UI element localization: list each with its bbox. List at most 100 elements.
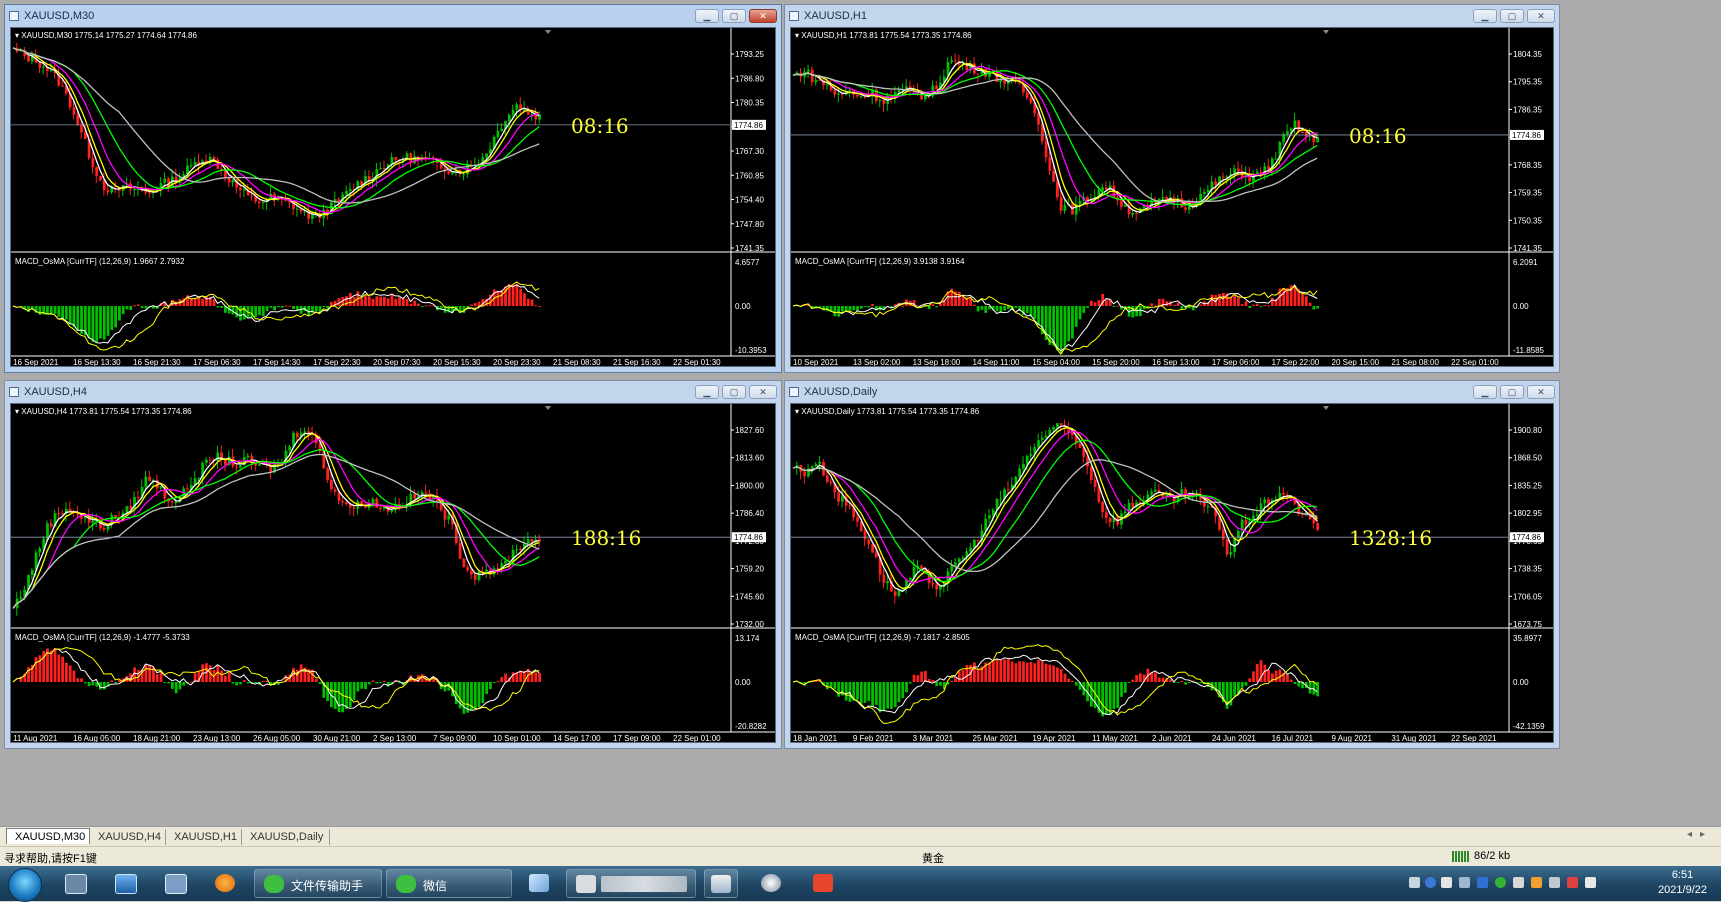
notepad-icon[interactable] [524,869,554,898]
candle-body [345,502,348,505]
settings-icon[interactable] [1441,877,1452,888]
app-icon[interactable] [752,869,790,898]
time-tick-label: 19 Apr 2021 [1032,734,1076,743]
time-tick-label: 20 Sep 23:30 [493,358,541,367]
close-icon[interactable]: ✕ [1527,385,1555,399]
chart-window-h4[interactable]: XAUUSD,H4 ▁ ▢ ✕ ▾ XAUUSD,H4 1773.81 1775.54 … [4,380,782,749]
maximize-icon[interactable]: ▢ [1500,385,1524,399]
macd-histogram-bar [477,682,481,708]
maximize-icon[interactable]: ▢ [722,385,746,399]
candle-body [1040,437,1044,441]
macd-histogram-bar [1274,670,1278,682]
desktop-icon[interactable] [106,869,144,898]
candle-body [837,93,841,95]
price-chart-svg: ▾ XAUUSD,M30 1775.14 1775.27 1774.64 177… [11,28,775,367]
macd-histogram-bar [1263,304,1267,306]
taskbar-blurred-window[interactable] [566,869,696,898]
candle-body [935,85,939,90]
tab-xauusd-h4[interactable]: XAUUSD,H4 [90,829,166,845]
taskbar-wechat[interactable]: 微信 [386,869,512,898]
time-tick-label: 26 Aug 05:00 [253,734,301,743]
bar-countdown-timer: 08:16 [1349,124,1407,148]
chart-window-title[interactable]: XAUUSD,M30 [9,8,777,24]
macd-histogram-bar [76,306,80,331]
chart-window-daily[interactable]: XAUUSD,Daily ▁ ▢ ✕ ▾ XAUUSD,Daily 1773.81 17… [784,380,1560,749]
candle-body [1101,187,1105,191]
speaker-icon[interactable] [1531,877,1542,888]
close-icon[interactable]: ✕ [749,9,777,23]
time-tick-label: 30 Aug 21:00 [313,734,361,743]
macd-histogram-bar [1120,682,1123,697]
chart-canvas[interactable]: ▾ XAUUSD,M30 1775.14 1775.27 1774.64 177… [10,27,776,367]
close-app-icon[interactable] [804,869,842,898]
tab-scroll-arrows[interactable]: ◂▸ [1687,829,1713,840]
power-icon[interactable] [1585,877,1596,888]
macd-histogram-bar [871,682,874,707]
chart-window-h1[interactable]: XAUUSD,H1 ▁ ▢ ✕ ▾ XAUUSD,H1 1773.81 1775.54 … [784,4,1560,373]
close-icon[interactable]: ✕ [1527,9,1555,23]
macd-histogram-bar [848,682,852,702]
macd-histogram-bar [1089,300,1093,306]
macd-histogram-bar [462,682,466,714]
macd-histogram-bar [534,672,538,682]
maximize-icon[interactable]: ▢ [722,9,746,23]
minimize-icon[interactable]: ▁ [695,385,719,399]
chart-title: XAUUSD,H4 [24,386,87,398]
candle-body [27,55,30,62]
volume-icon[interactable] [1567,877,1578,888]
network-icon[interactable] [156,869,194,898]
chart-window-m30[interactable]: XAUUSD,M30 ▁ ▢ ✕ ▾ XAUUSD,M30 1775.14 1775.2… [4,4,782,373]
macd-histogram-bar [1003,306,1006,311]
candle-body [379,168,382,170]
time-tick-label: 3 Mar 2021 [913,734,954,743]
tab-xauusd-h1[interactable]: XAUUSD,H1 [166,829,242,845]
tab-xauusd-m30[interactable]: XAUUSD,M30 [6,828,90,844]
chart-window-icon [789,11,799,21]
system-clock[interactable]: 6:51 2021/9/22 [1658,868,1707,898]
macd-histogram-bar [1006,306,1010,309]
candle-body [1044,435,1048,438]
macd-histogram-bar [1078,306,1082,320]
candle-body [246,455,250,458]
macd-histogram-bar [973,662,976,682]
chart-window-title[interactable]: XAUUSD,H4 [9,384,777,400]
macd-histogram-bar [1056,667,1059,682]
candle-body [856,94,859,97]
minimize-icon[interactable]: ▁ [695,9,719,23]
price-tick-label: 1800.00 [735,481,764,490]
chart-canvas[interactable]: ▾ XAUUSD,H1 1773.81 1775.54 1773.35 1774… [790,27,1554,367]
flag-icon[interactable] [1513,877,1524,888]
chart-window-title[interactable]: XAUUSD,H1 [789,8,1555,24]
chart-canvas[interactable]: ▾ XAUUSD,H4 1773.81 1775.54 1773.35 1774… [10,403,776,743]
network-tray-icon[interactable] [1459,877,1470,888]
macd-histogram-bar [1248,306,1252,309]
security-icon[interactable] [1477,877,1488,888]
windows-taskbar: 文件传输助手 微信 6:51 2021/9/22 [0,866,1721,902]
keyboard-icon[interactable] [1409,877,1420,888]
moving-average-line [12,432,540,609]
tab-xauusd-daily[interactable]: XAUUSD,Daily [242,829,330,845]
explorer-icon[interactable] [56,869,94,898]
time-tick-label: 25 Mar 2021 [973,734,1018,743]
usb-icon[interactable] [1549,877,1560,888]
taskbar-metatrader[interactable] [704,869,738,898]
close-icon[interactable]: ✕ [749,385,777,399]
candle-body [1056,181,1059,198]
candle-body [163,178,167,183]
taskbar-file-transfer[interactable]: 文件传输助手 [254,869,382,898]
candle-body [76,114,80,126]
chart-window-title[interactable]: XAUUSD,Daily [789,384,1555,400]
start-button[interactable] [8,868,42,902]
macd-histogram-bar [1029,662,1033,682]
minimize-icon[interactable]: ▁ [1473,9,1497,23]
help-icon[interactable] [1425,877,1436,888]
maximize-icon[interactable]: ▢ [1500,9,1524,23]
minimize-icon[interactable]: ▁ [1473,385,1497,399]
candle-body [814,79,818,83]
macd-histogram-bar [375,682,379,684]
time-tick-label: 20 Sep 15:30 [433,358,481,367]
chart-canvas[interactable]: ▾ XAUUSD,Daily 1773.81 1775.54 1773.35 1… [790,403,1554,743]
chat-tray-icon[interactable] [1495,877,1506,888]
media-player-icon[interactable] [206,869,244,898]
macd-histogram-bar [273,306,276,311]
